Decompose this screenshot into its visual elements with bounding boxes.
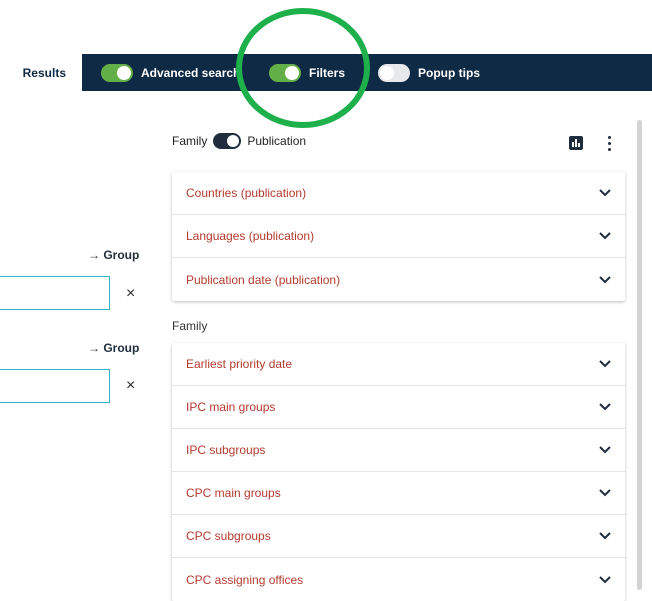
filter-row-ipc-main-groups[interactable]: IPC main groups — [172, 386, 625, 429]
query-input-2[interactable] — [0, 369, 110, 403]
chevron-down-icon — [599, 575, 611, 583]
bar-chart-icon[interactable] — [569, 136, 583, 150]
filter-label: IPC main groups — [186, 400, 276, 414]
chevron-down-icon — [599, 403, 611, 411]
chevron-down-icon — [599, 232, 611, 240]
filter-label: CPC assigning offices — [186, 572, 304, 587]
top-toolbar: Results Advanced search Filters Popup ti… — [0, 54, 652, 91]
chevron-down-icon — [599, 275, 611, 283]
results-tab-label: Results — [22, 65, 66, 80]
advanced-search-toggle[interactable]: Advanced search — [101, 54, 240, 91]
filters-label: Filters — [309, 65, 346, 80]
group-link-2[interactable]: → Group — [88, 341, 139, 355]
filter-row-cpc-subgroups[interactable]: CPC subgroups — [172, 515, 625, 558]
filter-row-languages[interactable]: Languages (publication) — [172, 215, 625, 258]
filters-toggle[interactable]: Filters — [269, 54, 345, 91]
filter-row-cpc-assigning-offices[interactable]: CPC assigning offices — [172, 558, 625, 601]
family-publication-toggle[interactable] — [213, 133, 242, 149]
filter-row-cpc-main-groups[interactable]: CPC main groups — [172, 472, 625, 515]
group-link-1[interactable]: → Group — [88, 248, 139, 262]
popup-tips-switch[interactable] — [378, 63, 410, 82]
filters-switch[interactable] — [269, 63, 301, 82]
mode-publication-label: Publication — [247, 134, 307, 148]
filter-label: CPC main groups — [186, 486, 281, 500]
results-tab[interactable]: Results — [0, 54, 82, 91]
filter-label: Countries (publication) — [186, 186, 307, 200]
query-input-1[interactable] — [0, 276, 110, 310]
panel-scrollbar[interactable] — [637, 120, 642, 590]
filter-label: Earliest priority date — [186, 357, 293, 371]
chevron-down-icon — [599, 489, 611, 497]
filter-label: IPC subgroups — [186, 443, 266, 457]
chevron-down-icon — [599, 189, 611, 197]
chevron-down-icon — [599, 532, 611, 540]
filter-label: Languages (publication) — [186, 229, 315, 243]
advanced-search-label: Advanced search — [141, 65, 241, 80]
publication-filters-card: Countries (publication) Languages (publi… — [172, 172, 625, 301]
filter-row-countries[interactable]: Countries (publication) — [172, 172, 625, 215]
popup-tips-label: Popup tips — [418, 65, 480, 80]
popup-tips-toggle[interactable]: Popup tips — [378, 54, 480, 91]
filter-row-publication-date[interactable]: Publication date (publication) — [172, 258, 625, 301]
advanced-search-switch[interactable] — [101, 63, 133, 82]
more-vertical-icon[interactable] — [605, 134, 613, 152]
family-section-heading: Family — [172, 319, 208, 333]
mode-family-label: Family — [172, 134, 208, 148]
filter-mode-switcher: Family Publication — [172, 133, 306, 149]
filter-label: Publication date (publication) — [186, 272, 341, 287]
close-icon[interactable]: × — [126, 285, 135, 303]
chevron-down-icon — [599, 446, 611, 454]
chevron-down-icon — [599, 360, 611, 368]
family-filters-card: Earliest priority date IPC main groups I… — [172, 343, 625, 601]
filter-row-earliest-priority-date[interactable]: Earliest priority date — [172, 343, 625, 386]
filter-row-ipc-subgroups[interactable]: IPC subgroups — [172, 429, 625, 472]
filter-label: CPC subgroups — [186, 529, 271, 543]
close-icon[interactable]: × — [126, 377, 135, 395]
